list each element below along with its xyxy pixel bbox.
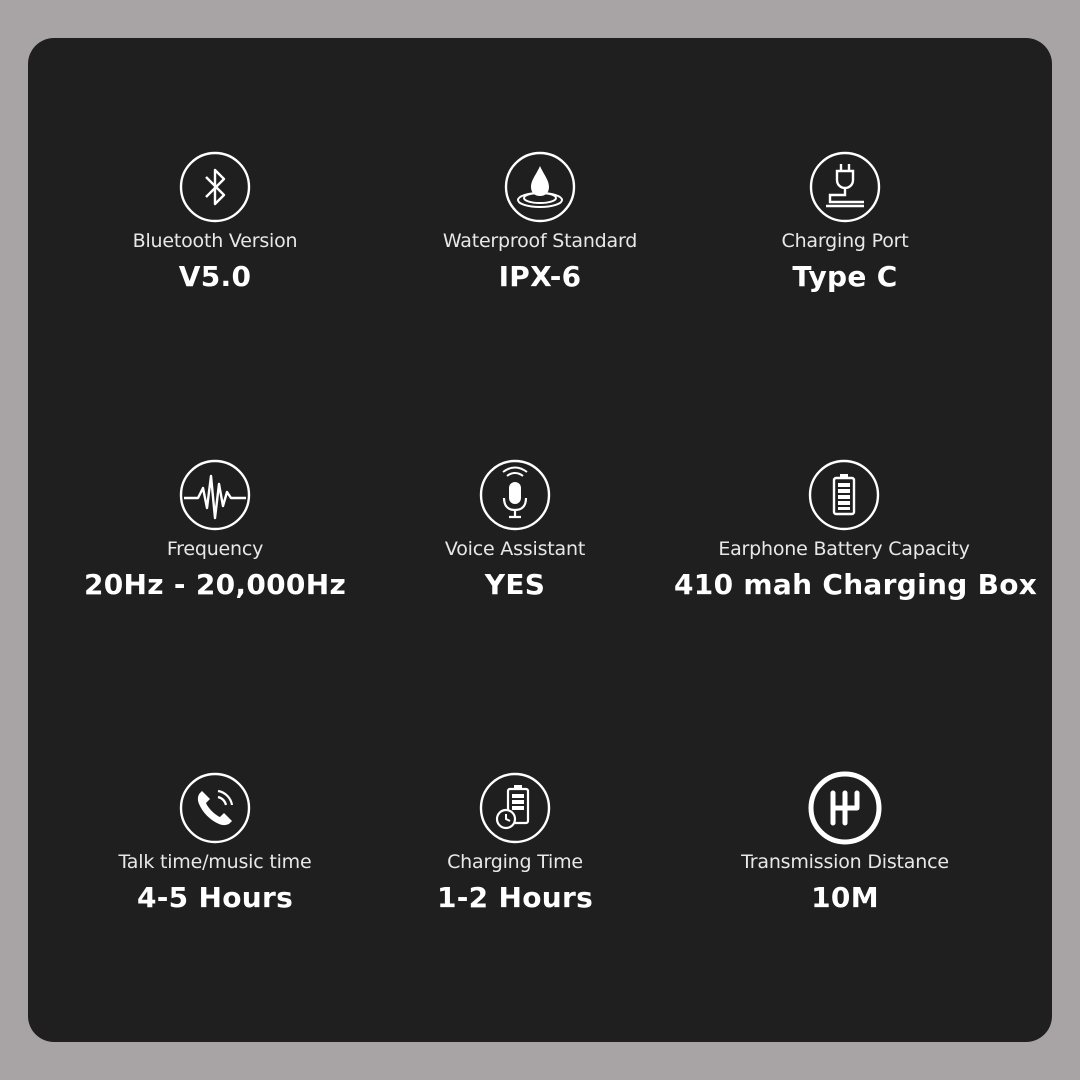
spec-label: Waterproof Standard bbox=[442, 230, 638, 252]
spec-value: IPX-6 bbox=[498, 260, 582, 293]
water-drop-icon bbox=[503, 150, 577, 224]
spec-voice-assistant: Voice Assistant YES bbox=[345, 458, 685, 601]
spec-label: Charging Time bbox=[447, 851, 583, 873]
spec-label: Bluetooth Version bbox=[132, 230, 298, 252]
spec-value: YES bbox=[484, 568, 546, 601]
spec-value: 10M bbox=[811, 881, 879, 914]
spec-label: Voice Assistant bbox=[444, 538, 586, 560]
spec-charging-time: Charging Time 1-2 Hours bbox=[345, 771, 685, 914]
spec-label: Earphone Battery Capacity bbox=[718, 538, 970, 560]
phone-call-icon bbox=[178, 771, 252, 845]
spec-label: Charging Port bbox=[781, 230, 909, 252]
spec-charging-port: Charging Port Type C bbox=[675, 150, 1015, 293]
battery-clock-icon bbox=[478, 771, 552, 845]
spec-value: Type C bbox=[792, 260, 898, 293]
spec-value: 4-5 Hours bbox=[136, 881, 294, 914]
spec-frequency: Frequency 20Hz - 20,000Hz bbox=[45, 458, 385, 601]
spec-label: Talk time/music time bbox=[118, 851, 312, 873]
spec-talk-music-time: Talk time/music time 4-5 Hours bbox=[45, 771, 385, 914]
spec-bluetooth-version: Bluetooth Version V5.0 bbox=[45, 150, 385, 293]
spec-waterproof-standard: Waterproof Standard IPX-6 bbox=[370, 150, 710, 293]
charging-plug-icon bbox=[808, 150, 882, 224]
spec-value: 20Hz - 20,000Hz bbox=[83, 568, 347, 601]
spec-label: Transmission Distance bbox=[741, 851, 949, 873]
bluetooth-icon bbox=[178, 150, 252, 224]
gear-shift-icon bbox=[808, 771, 882, 845]
microphone-icon bbox=[478, 458, 552, 532]
spec-panel: Bluetooth Version V5.0 Waterproof Standa… bbox=[28, 38, 1052, 1042]
spec-earphone-battery-capacity: Earphone Battery Capacity 410 mah Chargi… bbox=[674, 458, 1038, 601]
spec-value: 1-2 Hours bbox=[436, 881, 594, 914]
frequency-wave-icon bbox=[178, 458, 252, 532]
spec-value: 410 mah Charging Box bbox=[674, 568, 1038, 601]
spec-label: Frequency bbox=[166, 538, 264, 560]
spec-value: V5.0 bbox=[178, 260, 252, 293]
spec-transmission-distance: Transmission Distance 10M bbox=[675, 771, 1015, 914]
battery-icon bbox=[807, 458, 881, 532]
